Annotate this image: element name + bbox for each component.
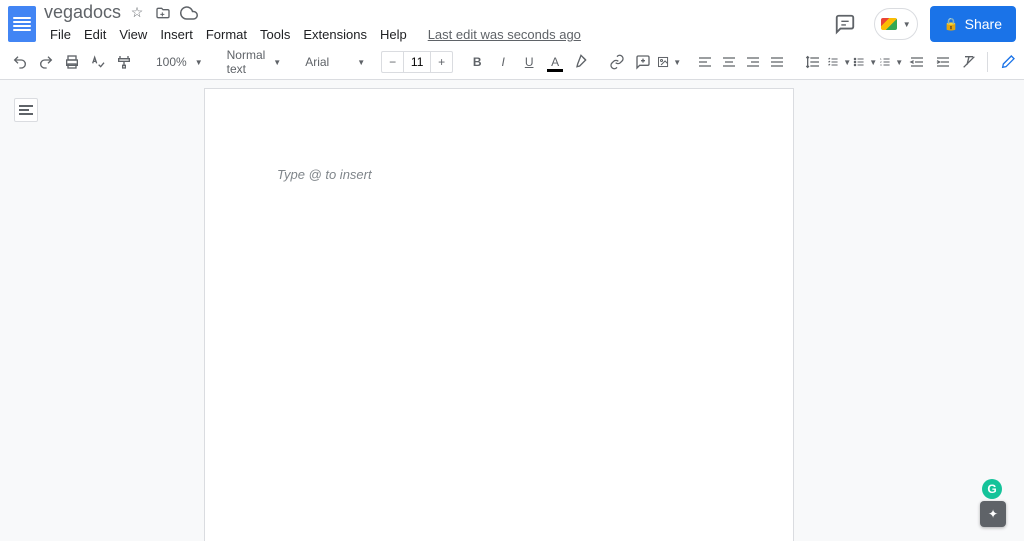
comment-history-icon[interactable] <box>828 7 862 41</box>
share-label: Share <box>965 16 1002 32</box>
toolbar: 100% ▼ Normal text ▼ Arial ▼ − + B I U A… <box>0 44 1024 80</box>
align-center-icon[interactable] <box>717 50 741 74</box>
svg-text:1: 1 <box>880 57 882 61</box>
last-edit-link[interactable]: Last edit was seconds ago <box>422 23 587 46</box>
insert-link-icon[interactable] <box>605 50 629 74</box>
svg-text:2: 2 <box>880 60 882 64</box>
align-group <box>693 50 789 74</box>
title-block: vegadocs ☆ File Edit View Insert Format … <box>44 2 587 46</box>
title-row: vegadocs ☆ <box>44 2 587 23</box>
chevron-down-icon: ▼ <box>357 58 365 67</box>
toolbar-right: ▼ <box>983 50 1024 74</box>
font-size-control: − + <box>381 51 453 73</box>
menu-extensions[interactable]: Extensions <box>297 23 373 46</box>
insert-image-icon[interactable]: ▼ <box>657 50 681 74</box>
chevron-down-icon: ▼ <box>869 58 877 67</box>
bulleted-list-icon[interactable]: ▼ <box>853 50 877 74</box>
move-folder-icon[interactable] <box>153 3 173 23</box>
undo-icon[interactable] <box>8 50 32 74</box>
star-icon[interactable]: ☆ <box>127 3 147 23</box>
document-page[interactable]: Type @ to insert <box>204 88 794 541</box>
add-comment-icon[interactable] <box>631 50 655 74</box>
align-right-icon[interactable] <box>741 50 765 74</box>
font-value: Arial <box>305 55 329 69</box>
share-button[interactable]: 🔒 Share <box>930 6 1016 42</box>
italic-icon[interactable]: I <box>491 50 515 74</box>
menu-tools[interactable]: Tools <box>254 23 296 46</box>
print-icon[interactable] <box>60 50 84 74</box>
menu-help[interactable]: Help <box>374 23 413 46</box>
separator <box>987 52 988 72</box>
indent-decrease-icon[interactable] <box>905 50 929 74</box>
paint-format-icon[interactable] <box>112 50 136 74</box>
chevron-down-icon: ▼ <box>673 58 681 67</box>
editor-placeholder: Type @ to insert <box>277 167 721 182</box>
header-right: ▼ 🔒 Share <box>828 6 1016 42</box>
app-header: vegadocs ☆ File Edit View Insert Format … <box>0 0 1024 44</box>
svg-text:3: 3 <box>880 63 882 67</box>
meet-camera-icon <box>881 18 897 30</box>
explore-button-icon[interactable] <box>980 501 1006 527</box>
align-justify-icon[interactable] <box>765 50 789 74</box>
chevron-down-icon: ▼ <box>195 58 203 67</box>
docs-logo-icon[interactable] <box>8 6 36 42</box>
font-size-decrease[interactable]: − <box>381 51 403 73</box>
chevron-down-icon: ▼ <box>273 58 281 67</box>
style-value: Normal text <box>227 48 266 76</box>
line-spacing-icon[interactable] <box>801 50 825 74</box>
cloud-status-icon[interactable] <box>179 3 199 23</box>
lock-icon: 🔒 <box>944 17 959 31</box>
indent-increase-icon[interactable] <box>931 50 955 74</box>
chevron-down-icon: ▼ <box>843 58 851 67</box>
chevron-down-icon: ▼ <box>903 20 911 29</box>
numbered-list-icon[interactable]: 123 ▼ <box>879 50 903 74</box>
paragraph-style-select[interactable]: Normal text ▼ <box>219 50 286 74</box>
meet-button[interactable]: ▼ <box>874 8 918 40</box>
spellcheck-icon[interactable] <box>86 50 110 74</box>
redo-icon[interactable] <box>34 50 58 74</box>
align-left-icon[interactable] <box>693 50 717 74</box>
text-color-icon[interactable]: A <box>543 50 567 74</box>
menu-insert[interactable]: Insert <box>154 23 199 46</box>
checklist-icon[interactable]: ▼ <box>827 50 851 74</box>
underline-icon[interactable]: U <box>517 50 541 74</box>
editor-canvas: Type @ to insert G <box>0 80 1024 541</box>
font-size-input[interactable] <box>403 51 431 73</box>
menu-edit[interactable]: Edit <box>78 23 112 46</box>
document-title[interactable]: vegadocs <box>44 2 121 23</box>
menu-format[interactable]: Format <box>200 23 253 46</box>
highlight-icon[interactable] <box>569 50 593 74</box>
editing-mode-button[interactable]: ▼ <box>994 50 1024 74</box>
zoom-value: 100% <box>156 55 187 69</box>
chevron-down-icon: ▼ <box>895 58 903 67</box>
grammarly-badge-icon[interactable]: G <box>982 479 1002 499</box>
font-select[interactable]: Arial ▼ <box>297 50 369 74</box>
font-size-increase[interactable]: + <box>431 51 453 73</box>
outline-toggle-icon[interactable] <box>14 98 38 122</box>
menu-bar: File Edit View Insert Format Tools Exten… <box>44 23 587 46</box>
menu-file[interactable]: File <box>44 23 77 46</box>
bold-icon[interactable]: B <box>465 50 489 74</box>
zoom-select[interactable]: 100% ▼ <box>148 50 207 74</box>
clear-formatting-icon[interactable] <box>957 50 981 74</box>
menu-view[interactable]: View <box>113 23 153 46</box>
